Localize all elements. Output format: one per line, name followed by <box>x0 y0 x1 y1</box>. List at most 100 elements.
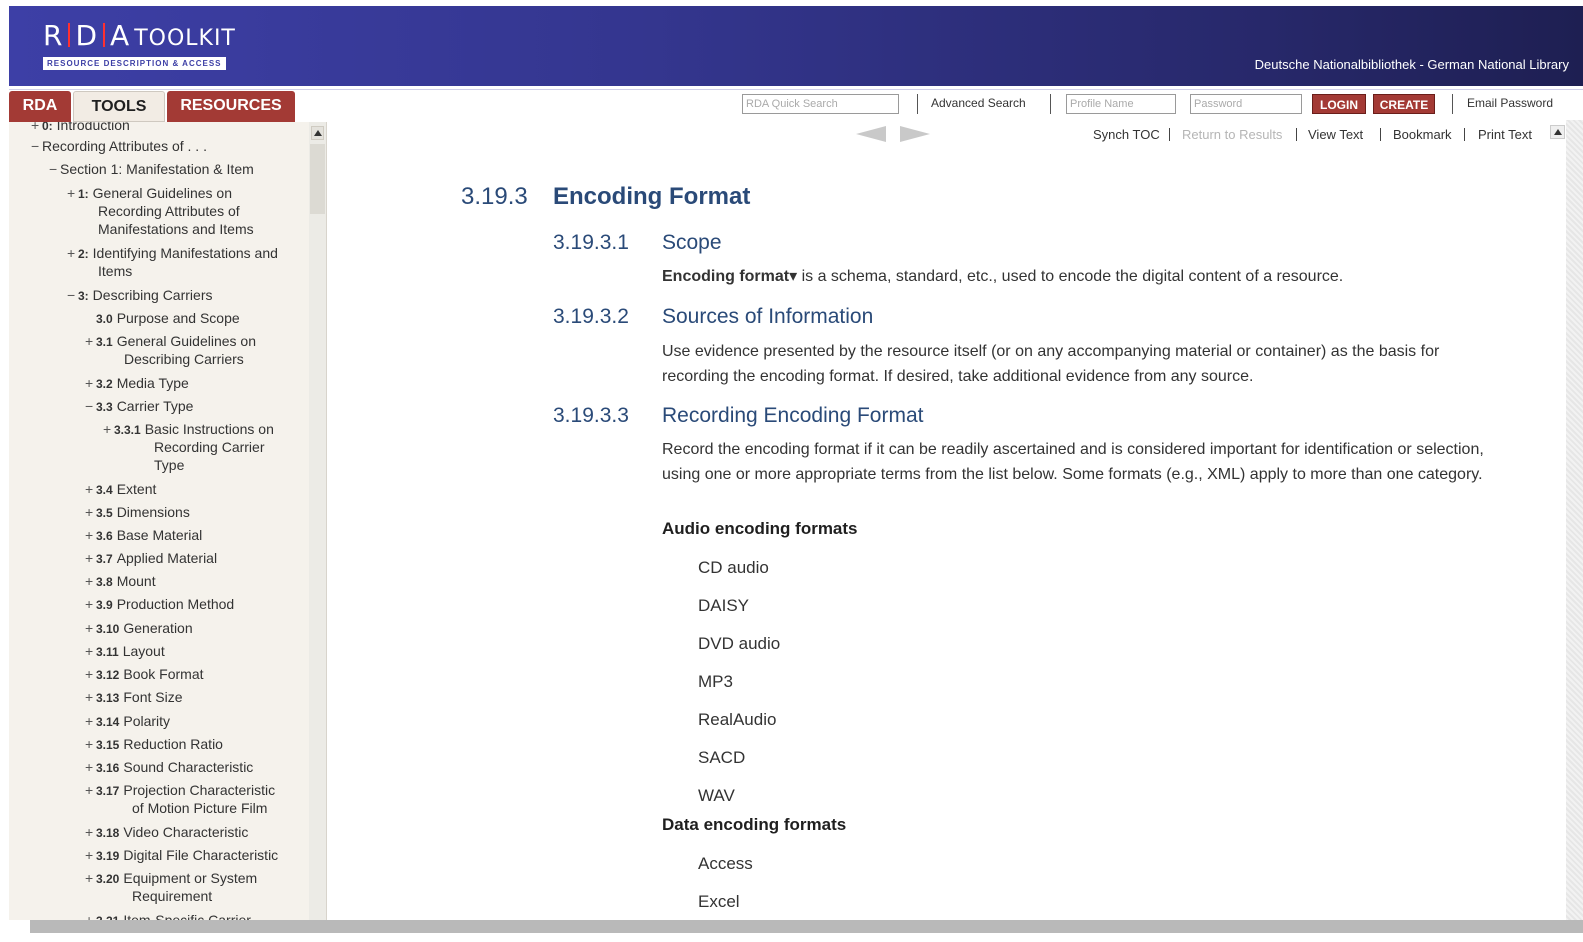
toc-item[interactable]: +3.2 Media Type <box>85 374 189 393</box>
toc-item[interactable]: +3.7 Applied Material <box>85 549 217 568</box>
login-button[interactable]: LOGIN <box>1312 94 1366 114</box>
profile-name-input[interactable]: Profile Name <box>1066 94 1176 114</box>
toc-item[interactable]: +3.4 Extent <box>85 480 156 499</box>
toc-item[interactable]: +3.17 Projection Characteristic <box>85 781 275 800</box>
expand-icon[interactable]: + <box>85 642 96 660</box>
toc-item-label-continued[interactable]: Items <box>98 262 132 280</box>
collapse-icon[interactable]: − <box>85 397 96 415</box>
synch-toc-link[interactable]: Synch TOC <box>1093 127 1160 142</box>
toc-item[interactable]: +3.16 Sound Characteristic <box>85 758 253 777</box>
toc-item-label[interactable]: Generation <box>123 620 192 636</box>
toc-item-label[interactable]: Applied Material <box>117 550 217 566</box>
toc-item[interactable]: +3.19 Digital File Characteristic <box>85 846 278 865</box>
toc-item[interactable]: − Recording Attributes of . . . <box>31 137 207 155</box>
expand-icon[interactable]: + <box>85 846 96 864</box>
expand-icon[interactable]: + <box>85 374 96 392</box>
expand-icon[interactable]: + <box>85 911 96 920</box>
next-arrow-icon[interactable] <box>900 126 930 142</box>
toc-item-label-continued[interactable]: Describing Carriers <box>124 350 244 368</box>
content-scrollbar[interactable] <box>1549 122 1566 920</box>
toc-item[interactable]: −3.3 Carrier Type <box>85 397 193 416</box>
toc-item-label[interactable]: Item-Specific Carrier <box>123 912 251 920</box>
toc-item[interactable]: +3.14 Polarity <box>85 712 170 731</box>
tab-tools[interactable]: TOOLS <box>73 91 165 122</box>
toc-item-label[interactable]: Mount <box>117 573 156 589</box>
toc-item[interactable]: +3.10 Generation <box>85 619 193 638</box>
expand-icon[interactable]: + <box>31 122 42 134</box>
expand-icon[interactable]: + <box>85 572 96 590</box>
toc-item-label[interactable]: Digital File Characteristic <box>123 847 278 863</box>
bookmark-link[interactable]: Bookmark <box>1393 127 1452 142</box>
toc-item[interactable]: −3: Describing Carriers <box>67 286 212 305</box>
toc-item-label-continued[interactable]: Recording Attributes of <box>98 202 240 220</box>
toc-item-label[interactable]: Projection Characteristic <box>123 782 275 798</box>
expand-icon[interactable]: + <box>85 480 96 498</box>
horizontal-scrollbar[interactable] <box>30 920 1583 933</box>
toc-item[interactable]: +3.13 Font Size <box>85 688 183 707</box>
toc-item[interactable]: +3.6 Base Material <box>85 526 202 545</box>
toc-item-label[interactable]: Book Format <box>123 666 203 682</box>
tab-resources[interactable]: RESOURCES <box>167 91 295 122</box>
toc-item-label[interactable]: Purpose and Scope <box>117 310 240 326</box>
toc-item[interactable]: − Section 1: Manifestation & Item <box>49 160 254 178</box>
toc-item-label[interactable]: Polarity <box>123 713 170 729</box>
toc-item-label[interactable]: Carrier Type <box>117 398 194 414</box>
expand-icon[interactable]: + <box>85 332 96 350</box>
toc-item-label[interactable]: Sound Characteristic <box>123 759 253 775</box>
toc-item-label[interactable]: General Guidelines on <box>93 185 232 201</box>
toc-item-label[interactable]: Describing Carriers <box>93 287 213 303</box>
previous-arrow-icon[interactable] <box>856 126 886 142</box>
toc-item[interactable]: +3.21Item-Specific Carrier <box>85 911 251 920</box>
scrollbar-thumb[interactable] <box>310 144 325 214</box>
expand-icon[interactable]: + <box>85 781 96 799</box>
toc-item-label[interactable]: Video Characteristic <box>123 824 248 840</box>
create-button[interactable]: CREATE <box>1373 94 1435 114</box>
expand-icon[interactable]: + <box>85 549 96 567</box>
sidebar-scrollbar[interactable] <box>309 122 326 920</box>
toc-item-label-continued[interactable]: Type <box>154 456 184 474</box>
toc-item-label-continued[interactable]: Requirement <box>132 887 212 905</box>
toc-item-label-continued[interactable]: Recording Carrier <box>154 438 264 456</box>
toc-item[interactable]: 3.0 Purpose and Scope <box>85 309 240 328</box>
scroll-up-icon[interactable] <box>311 126 324 140</box>
toc-item[interactable]: +3.20 Equipment or System <box>85 869 257 888</box>
toc-item-label[interactable]: Extent <box>117 481 157 497</box>
expand-icon[interactable]: + <box>85 735 96 753</box>
expand-icon[interactable]: + <box>85 758 96 776</box>
toc-item-label[interactable]: Identifying Manifestations and <box>93 245 278 261</box>
toc-item-label[interactable]: Font Size <box>123 689 182 705</box>
scroll-up-icon[interactable] <box>1550 125 1565 139</box>
collapse-icon[interactable]: − <box>49 160 60 178</box>
toc-item[interactable]: +3.3.1 Basic Instructions on <box>103 420 274 439</box>
expand-icon[interactable]: + <box>85 503 96 521</box>
view-text-link[interactable]: View Text <box>1308 127 1363 142</box>
toc-item-label[interactable]: Equipment or System <box>123 870 257 886</box>
print-text-link[interactable]: Print Text <box>1478 127 1532 142</box>
toc-item-label-continued[interactable]: of Motion Picture Film <box>132 799 267 817</box>
password-input[interactable]: Password <box>1190 94 1302 114</box>
toc-item[interactable]: +3.18 Video Characteristic <box>85 823 248 842</box>
toc-item[interactable]: +2: Identifying Manifestations and <box>67 244 278 263</box>
toc-item[interactable]: +1: General Guidelines on <box>67 184 232 203</box>
toc-item[interactable]: +3.9 Production Method <box>85 595 234 614</box>
toc-item[interactable]: +3.11 Layout <box>85 642 165 661</box>
toc-item-label[interactable]: Reduction Ratio <box>123 736 223 752</box>
expand-icon[interactable]: + <box>85 823 96 841</box>
toc-item-label[interactable]: Introduction <box>57 122 130 133</box>
glossary-term[interactable]: Encoding format <box>662 268 789 285</box>
expand-icon[interactable]: + <box>85 665 96 683</box>
toc-item[interactable]: +3.5 Dimensions <box>85 503 190 522</box>
expand-icon[interactable]: + <box>85 712 96 730</box>
quick-search-input[interactable]: RDA Quick Search <box>742 94 899 114</box>
expand-icon[interactable]: + <box>103 420 114 438</box>
toc-item[interactable]: +3.1 General Guidelines on <box>85 332 256 351</box>
toc-item-label[interactable]: Basic Instructions on <box>145 421 274 437</box>
expand-icon[interactable]: + <box>85 595 96 613</box>
toc-item-label[interactable]: Section 1: Manifestation & Item <box>60 161 254 177</box>
collapse-icon[interactable]: − <box>67 286 78 304</box>
toc-item[interactable]: +3.15 Reduction Ratio <box>85 735 223 754</box>
toc-item-label-continued[interactable]: Manifestations and Items <box>98 220 254 238</box>
toc-item[interactable]: +3.8 Mount <box>85 572 156 591</box>
expand-icon[interactable]: + <box>85 526 96 544</box>
rda-toolkit-logo[interactable]: R D A TOOLKIT RESOURCE DESCRIPTION & ACCESS <box>43 22 236 71</box>
